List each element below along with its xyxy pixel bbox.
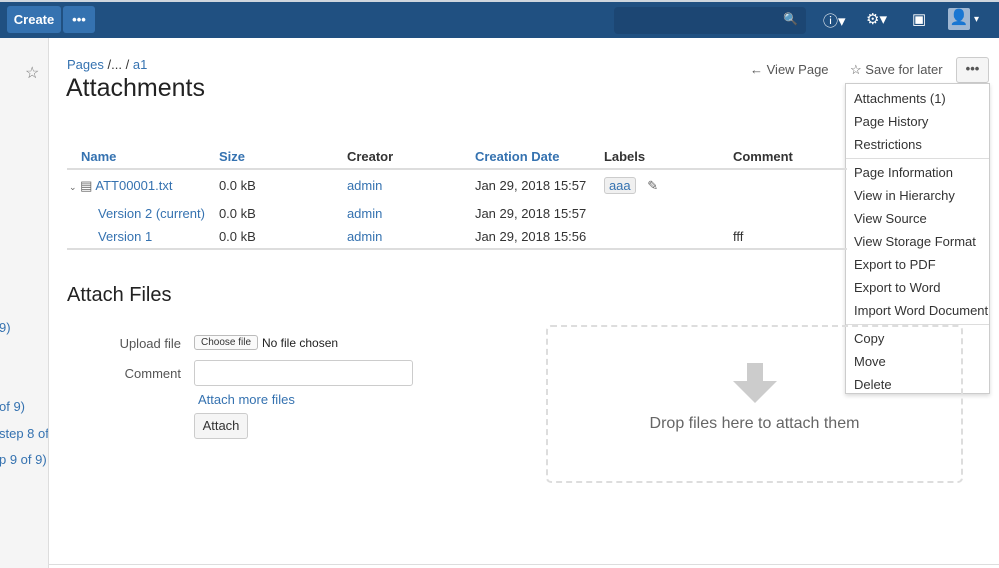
chevron-down-icon[interactable]: ▾ xyxy=(974,14,979,25)
search-icon: 🔍 xyxy=(783,12,798,26)
comment xyxy=(719,201,847,225)
menu-item-view-in-hierarchy[interactable]: View in Hierarchy xyxy=(846,184,989,207)
attachments-table: Name Size Creator Creation Date Labels C… xyxy=(67,144,847,250)
star-icon[interactable]: ☆ xyxy=(25,63,39,83)
size: 0.0 kB xyxy=(218,178,256,193)
breadcrumb-pages[interactable]: Pages xyxy=(67,57,104,72)
menu-item-import-word[interactable]: Import Word Document xyxy=(846,299,989,322)
page-title: Attachments xyxy=(66,74,205,102)
attach-files-heading: Attach Files xyxy=(67,284,172,306)
save-label: Save for later xyxy=(865,62,943,77)
version-link[interactable]: Version 1 xyxy=(98,229,152,244)
create-button[interactable]: Create xyxy=(7,6,61,33)
attach-button[interactable]: Attach xyxy=(194,413,248,439)
column-size[interactable]: Size xyxy=(204,144,333,170)
creator-link[interactable]: admin xyxy=(347,229,382,244)
menu-item-page-history[interactable]: Page History xyxy=(846,110,989,133)
menu-item-view-source[interactable]: View Source xyxy=(846,207,989,230)
menu-item-view-storage-format[interactable]: View Storage Format xyxy=(846,230,989,253)
creation-date: Jan 29, 2018 15:56 xyxy=(460,225,590,250)
drop-zone[interactable]: Drop files here to attach them xyxy=(546,325,963,483)
search-input[interactable]: 🔍 xyxy=(614,7,806,34)
column-creation-date[interactable]: Creation Date xyxy=(460,144,590,170)
footer-divider xyxy=(49,564,999,565)
menu-item-export-pdf[interactable]: Export to PDF xyxy=(846,253,989,276)
column-comment: Comment xyxy=(718,144,847,170)
comment-label: Comment xyxy=(124,366,181,381)
create-more-button[interactable]: ••• xyxy=(63,6,95,33)
creation-date: Jan 29, 2018 15:57 xyxy=(474,205,587,221)
sidebar-item[interactable]: step 8 of 9 xyxy=(0,426,48,441)
breadcrumb: Pages /... / a1 xyxy=(67,57,147,72)
help-icon[interactable]: ⓘ▾ xyxy=(823,10,846,31)
comment xyxy=(719,169,847,201)
size: 0.0 kB xyxy=(218,205,256,221)
sidebar-item[interactable]: of 9) xyxy=(0,399,25,414)
more-actions-button[interactable]: ••• xyxy=(956,57,989,83)
top-navigation-bar: Create ••• 🔍 ⓘ▾ ⚙▾ ▣ 👤 ▾ xyxy=(0,0,999,38)
separator: / xyxy=(125,57,130,72)
creator-link[interactable]: admin xyxy=(347,206,382,221)
no-file-chosen-text: No file chosen xyxy=(262,336,339,350)
choose-file-button[interactable]: Choose file xyxy=(194,335,259,350)
attachment-name-link[interactable]: ATT00001.txt xyxy=(95,178,172,193)
drop-text: Drop files here to attach them xyxy=(649,415,860,432)
sidebar: ☆ 9) of 9) step 8 of 9 p 9 of 9) xyxy=(0,38,49,568)
upload-file-label: Upload file xyxy=(119,336,181,351)
breadcrumb-ellipsis[interactable]: ... xyxy=(111,57,122,72)
menu-item-restrictions[interactable]: Restrictions xyxy=(846,133,989,156)
sidebar-item[interactable]: p 9 of 9) xyxy=(0,452,47,467)
menu-item-page-information[interactable]: Page Information xyxy=(846,161,989,184)
star-icon: ☆ xyxy=(850,62,866,77)
column-labels: Labels xyxy=(589,144,719,170)
column-name[interactable]: Name xyxy=(67,144,205,170)
comment-input[interactable] xyxy=(194,360,413,386)
table-row: ⌄ ▤ ATT00001.txt 0.0 kB admin Jan 29, 20… xyxy=(67,169,847,201)
column-creator: Creator xyxy=(332,144,461,170)
arrow-left-icon: ← xyxy=(750,62,767,77)
size: 0.0 kB xyxy=(204,225,333,250)
creation-date: Jan 29, 2018 15:57 xyxy=(474,178,587,193)
save-for-later-link[interactable]: ☆ Save for later xyxy=(850,62,943,78)
view-page-label: View Page xyxy=(766,62,829,77)
divider xyxy=(846,158,989,159)
notifications-icon[interactable]: ▣ xyxy=(912,10,926,28)
label-badge[interactable]: aaa xyxy=(603,176,636,194)
file-icon: ▤ xyxy=(80,177,93,193)
table-row: Version 1 0.0 kB admin Jan 29, 2018 15:5… xyxy=(67,225,847,250)
breadcrumb-a1[interactable]: a1 xyxy=(133,57,147,72)
gear-icon[interactable]: ⚙▾ xyxy=(866,10,887,28)
pencil-icon[interactable]: ✎ xyxy=(647,178,658,193)
attach-more-files-link[interactable]: Attach more files xyxy=(198,392,295,407)
chevron-down-icon[interactable]: ⌄ xyxy=(69,182,77,192)
comment: fff xyxy=(718,225,847,250)
view-page-link[interactable]: ← View Page xyxy=(750,62,829,77)
menu-item-attachments[interactable]: Attachments (1) xyxy=(846,87,989,110)
sidebar-item[interactable]: 9) xyxy=(0,320,11,335)
table-row: Version 2 (current) 0.0 kB admin Jan 29,… xyxy=(67,201,847,225)
menu-item-export-word[interactable]: Export to Word xyxy=(846,276,989,299)
creator-link[interactable]: admin xyxy=(347,178,382,193)
version-link[interactable]: Version 2 (current) xyxy=(98,206,205,221)
user-avatar[interactable]: 👤 xyxy=(948,8,970,30)
